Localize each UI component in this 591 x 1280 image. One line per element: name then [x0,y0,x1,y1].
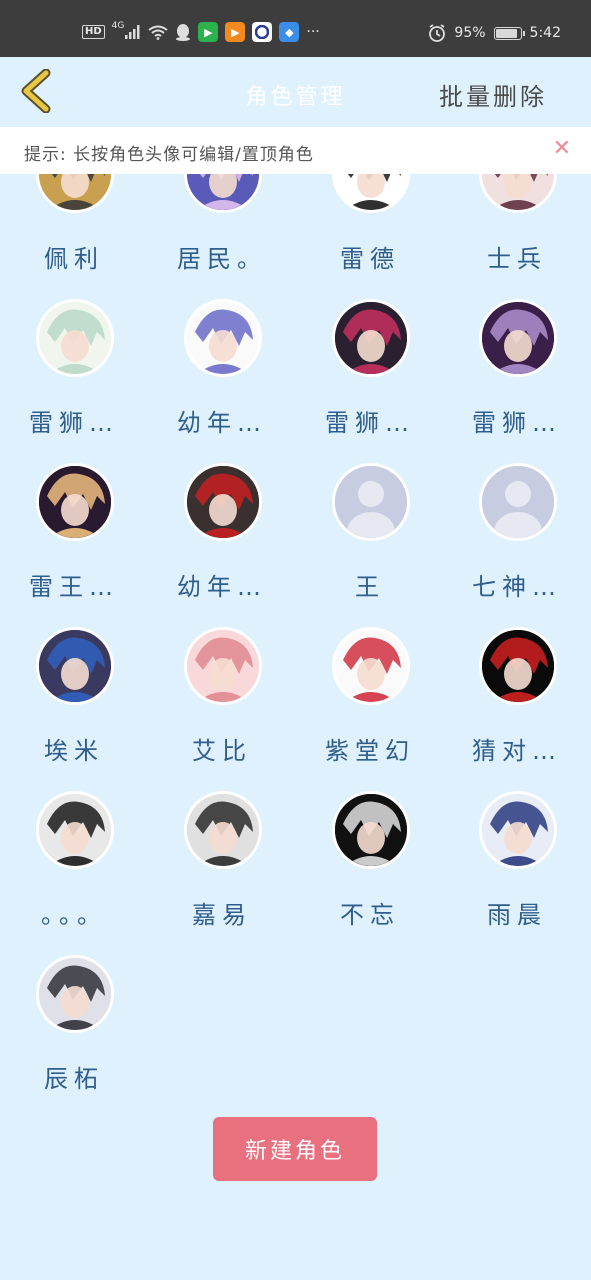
status-left: HD 4G ▶ ▶ ◆ ··· [82,21,320,42]
media-app-icon: ▶ [225,22,246,42]
network-type: 4G [111,21,125,31]
battery-percent: 95% [454,25,486,41]
character-item[interactable]: 紫堂幻 [296,594,444,765]
character-item[interactable]: 不忘 [296,758,444,929]
character-item[interactable]: 猜对… [443,594,591,765]
character-avatar[interactable] [184,174,262,213]
character-name: 嘉易 [192,901,252,929]
status-right: 95% 5:42 [428,24,561,42]
signal-icon [125,25,140,39]
character-item[interactable]: 雷狮… [296,266,444,437]
character-avatar[interactable] [332,627,410,705]
character-item[interactable]: 幼年… [148,266,296,437]
character-item[interactable]: 七神… [443,430,591,601]
character-item[interactable]: 居民。 [148,174,296,273]
browser-app-icon [252,22,273,42]
character-item[interactable]: 雷狮… [0,266,148,437]
character-item[interactable]: 辰柘 [0,922,148,1093]
character-item[interactable]: 佩利 [0,174,148,273]
character-avatar[interactable] [36,627,114,705]
cube-app-icon: ◆ [279,22,300,42]
character-avatar[interactable] [332,174,410,213]
character-avatar[interactable] [184,627,262,705]
tip-bar: 提示: 长按角色头像可编辑/置顶角色 ✕ [0,127,591,174]
character-avatar[interactable] [36,463,114,541]
character-avatar[interactable] [332,463,410,541]
character-item[interactable]: 士兵 [443,174,591,273]
character-item[interactable]: 雷德 [296,174,444,273]
video-app-icon: ▶ [198,22,219,42]
character-name: 不忘 [340,901,400,929]
alarm-icon [429,24,446,42]
character-grid: 佩利 居民。 雷德 士兵 雷狮… 幼年… 雷狮… 雷狮… 雷王… 幼年… 王七神… 埃米 艾比 紫堂幻 猜对… [0,174,591,1094]
character-avatar[interactable] [479,299,557,377]
tip-text: 提示: 长按角色头像可编辑/置顶角色 [24,145,314,165]
character-avatar[interactable] [184,299,262,377]
character-avatar[interactable] [332,299,410,377]
character-item[interactable]: 幼年… [148,430,296,601]
character-avatar[interactable] [479,174,557,213]
status-bar: HD 4G ▶ ▶ ◆ ··· 95% 5:42 [0,0,591,57]
character-item[interactable]: 王 [296,430,444,601]
character-item[interactable]: 嘉易 [148,758,296,929]
character-avatar[interactable] [36,955,114,1033]
character-name: 辰柘 [44,1065,104,1093]
character-item[interactable]: 艾比 [148,594,296,765]
wifi-icon [148,25,168,40]
character-avatar[interactable] [479,791,557,869]
character-avatar[interactable] [184,463,262,541]
character-avatar[interactable] [36,791,114,869]
character-avatar[interactable] [479,463,557,541]
character-item[interactable]: 雨晨 [443,758,591,929]
character-item[interactable]: 埃米 [0,594,148,765]
character-item[interactable]: 。。。 [0,758,148,929]
character-avatar[interactable] [36,299,114,377]
clock: 5:42 [529,25,561,41]
more-notifications-icon: ··· [306,24,320,40]
qq-icon [176,24,191,41]
character-name: 雨晨 [487,901,547,929]
hd-badge: HD [82,25,105,39]
batch-delete-button[interactable]: 批量删除 [439,77,547,112]
close-tip-icon[interactable]: ✕ [553,136,571,161]
character-item[interactable]: 雷王… [0,430,148,601]
character-avatar[interactable] [184,791,262,869]
new-character-button[interactable]: 新建角色 [213,1117,377,1181]
header: 角色管理 批量删除 [0,57,591,127]
character-item[interactable]: 雷狮… [443,266,591,437]
character-avatar[interactable] [36,174,114,213]
character-avatar[interactable] [479,627,557,705]
battery-icon [493,26,525,40]
character-avatar[interactable] [332,791,410,869]
